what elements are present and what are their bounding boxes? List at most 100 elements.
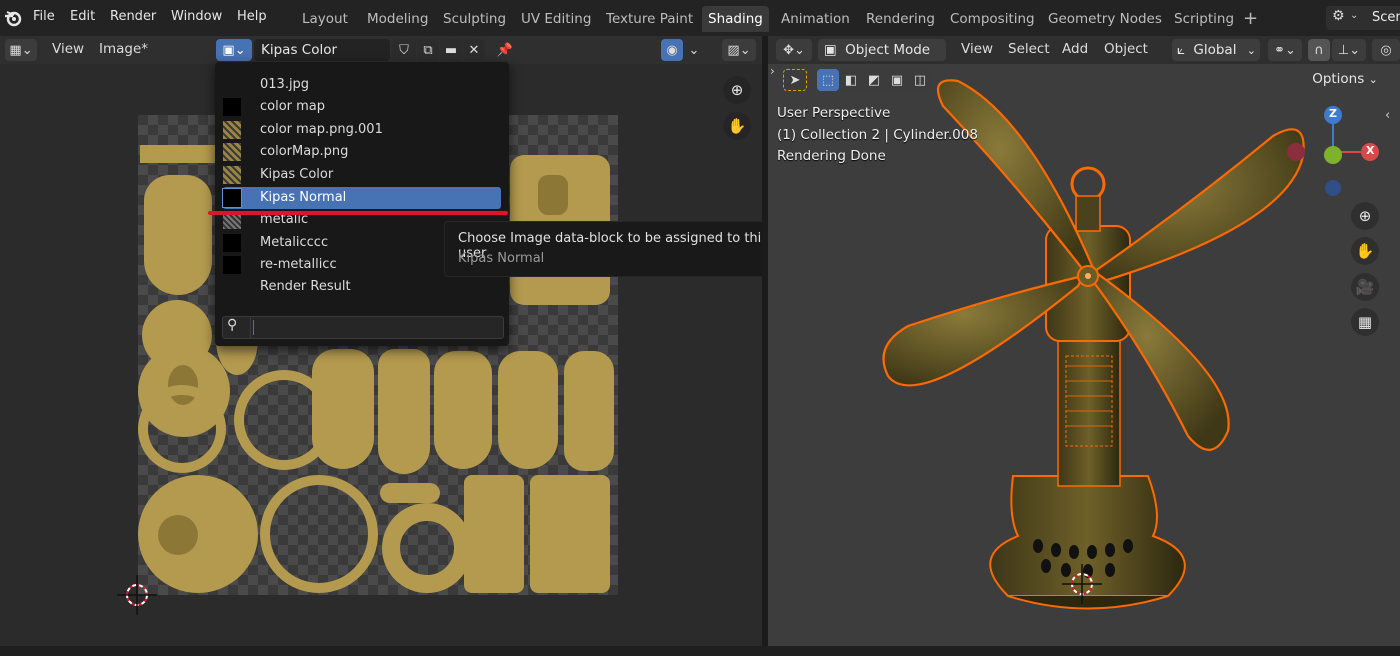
menu-render[interactable]: Render xyxy=(110,9,156,24)
duplicate-icon[interactable]: ⧉ xyxy=(417,39,439,61)
tab-animation[interactable]: Animation xyxy=(775,6,856,32)
zoom-icon[interactable]: ⊕ xyxy=(1351,202,1379,230)
snap-magnet-icon[interactable]: ∩ xyxy=(1308,39,1330,61)
select-extend-icon[interactable]: ◧ xyxy=(840,69,862,91)
menu-view[interactable]: View xyxy=(52,41,84,57)
gizmo-z-label: Z xyxy=(1329,107,1337,120)
scene-selector[interactable]: ⚙ ⌄ Scen xyxy=(1326,6,1400,30)
tab-sculpting[interactable]: Sculpting xyxy=(437,6,512,32)
popup-item-kipas-color[interactable]: Kipas Color xyxy=(223,164,501,186)
editor-type-3d-icon[interactable]: ✥⌄ xyxy=(776,39,812,61)
tab-texture-paint[interactable]: Texture Paint xyxy=(600,6,699,32)
image-thumbnail xyxy=(223,234,241,252)
image-name-text: Kipas Color xyxy=(261,42,338,58)
snap-target-icon[interactable]: ⊥⌄ xyxy=(1332,39,1366,61)
options-dropdown[interactable]: Options ⌄ xyxy=(1307,68,1383,90)
options-label: Options xyxy=(1312,71,1365,87)
popup-item-kipas-normal[interactable]: Kipas Normal xyxy=(222,187,501,209)
2d-cursor-icon[interactable] xyxy=(117,575,157,615)
toolbar-toggle-icon[interactable]: › xyxy=(770,64,780,86)
popup-item-label: Render Result xyxy=(260,279,351,294)
image-thumbnail xyxy=(223,121,241,139)
pivot-point-icon[interactable]: ⚭⌄ xyxy=(1268,39,1302,61)
select-intersect-icon[interactable]: ◫ xyxy=(909,69,931,91)
mode-dropdown[interactable]: ▣ Object Mode ⌄ xyxy=(818,39,946,79)
pan-hand-icon[interactable]: ✋ xyxy=(1351,237,1379,265)
popup-item-013-jpg[interactable]: 013.jpg xyxy=(223,74,501,96)
annotation-underline xyxy=(208,211,508,215)
menu-image[interactable]: Image* xyxy=(99,41,148,57)
viewport-overlay-collection: (1) Collection 2 | Cylinder.008 xyxy=(777,127,978,143)
viewport-menu-view[interactable]: View xyxy=(961,41,993,57)
popup-item-label: Kipas Normal xyxy=(260,190,347,205)
select-invert-icon[interactable]: ▣ xyxy=(886,69,908,91)
viewport-overlay-status: Rendering Done xyxy=(777,148,886,164)
tab-scripting[interactable]: Scripting xyxy=(1168,6,1240,32)
display-channels-icon[interactable]: ◉ xyxy=(661,39,683,61)
editor-type-button[interactable]: ▦⌄ xyxy=(5,39,37,61)
image-browse-button[interactable]: ▣⌄ xyxy=(216,39,252,61)
image-thumbnail xyxy=(223,166,241,184)
scene-icon: ⚙ xyxy=(1332,8,1345,24)
gizmo-x-label: X xyxy=(1366,144,1375,157)
tab-rendering[interactable]: Rendering xyxy=(860,6,941,32)
transform-orientation-dropdown[interactable]: ⟀ Global ⌄ xyxy=(1172,39,1260,61)
navigation-gizmo[interactable]: Z X xyxy=(1284,104,1384,204)
select-subtract-icon[interactable]: ◩ xyxy=(863,69,885,91)
image-thumbnail xyxy=(223,143,241,161)
tab-geometry-nodes[interactable]: Geometry Nodes xyxy=(1042,6,1168,32)
popup-item-label: color map xyxy=(260,99,326,114)
menu-file[interactable]: File xyxy=(33,9,55,24)
orientation-icon: ⟀ xyxy=(1177,42,1186,58)
popup-item-label: 013.jpg xyxy=(260,77,310,92)
popup-search-field[interactable]: ⚲ xyxy=(222,316,504,339)
viewport-menu-object[interactable]: Object xyxy=(1104,41,1148,57)
sidebar-toggle-icon[interactable]: ‹ xyxy=(1385,108,1397,128)
top-bar: File Edit Render Window Help Layout Mode… xyxy=(0,0,1400,36)
blender-logo-icon[interactable] xyxy=(4,9,22,27)
viewport-menu-select[interactable]: Select xyxy=(1008,41,1050,57)
pan-hand-icon[interactable]: ✋ xyxy=(723,112,751,140)
proportional-editing-icon[interactable]: ◎ xyxy=(1372,39,1400,61)
open-folder-icon[interactable]: ▬ xyxy=(440,39,462,61)
tab-compositing[interactable]: Compositing xyxy=(944,6,1041,32)
search-input[interactable] xyxy=(253,318,497,337)
scene-name: Scen xyxy=(1372,10,1400,25)
popup-item-label: Kipas Color xyxy=(260,167,334,182)
close-icon[interactable]: ✕ xyxy=(463,39,485,61)
text-caret xyxy=(253,320,254,335)
popup-item-color-map-png-001[interactable]: color map.png.001 xyxy=(223,119,501,141)
select-new-icon[interactable]: ⬚ xyxy=(817,69,839,91)
image-name-field[interactable]: Kipas Color xyxy=(254,39,390,61)
mode-label: Object Mode xyxy=(845,42,931,58)
chevron-down-icon[interactable]: ⌄ xyxy=(684,39,704,61)
tab-uv-editing[interactable]: UV Editing xyxy=(515,6,597,32)
popup-item-label: Metalicccc xyxy=(260,235,329,250)
zoom-icon[interactable]: ⊕ xyxy=(723,76,751,104)
tab-shading[interactable]: Shading xyxy=(702,6,769,32)
chevron-down-icon: ⌄ xyxy=(1246,44,1256,57)
search-icon: ⚲ xyxy=(227,317,238,333)
image-thumbnail xyxy=(223,98,241,116)
select-tool-icon[interactable]: ➤ xyxy=(783,69,807,91)
popup-item-color-map[interactable]: color map xyxy=(223,96,501,118)
perspective-grid-icon[interactable]: ▦ xyxy=(1351,308,1379,336)
popup-item-label: color map.png.001 xyxy=(260,122,383,137)
plus-icon[interactable]: + xyxy=(1243,8,1258,29)
viewport-menu-add[interactable]: Add xyxy=(1062,41,1088,57)
popup-item-render-result[interactable]: Render Result xyxy=(223,276,501,298)
menu-window[interactable]: Window xyxy=(171,9,222,24)
popup-item-label: re-metallicc xyxy=(260,257,337,272)
view-options-icon[interactable]: ▨⌄ xyxy=(722,39,756,61)
menu-edit[interactable]: Edit xyxy=(70,9,95,24)
chevron-down-icon: ⌄ xyxy=(1368,73,1378,86)
tab-layout[interactable]: Layout xyxy=(296,6,354,32)
tab-modeling[interactable]: Modeling xyxy=(361,6,434,32)
object-mode-icon: ▣ xyxy=(824,42,837,58)
popup-item-colormap-png[interactable]: colorMap.png xyxy=(223,141,501,163)
tooltip: Choose Image data-block to be assigned t… xyxy=(444,221,792,277)
camera-icon[interactable]: 🎥 xyxy=(1351,273,1379,301)
pin-icon[interactable]: 📌 xyxy=(493,39,517,61)
fake-user-shield-icon[interactable]: ⛉ xyxy=(392,39,416,61)
menu-help[interactable]: Help xyxy=(237,9,267,24)
